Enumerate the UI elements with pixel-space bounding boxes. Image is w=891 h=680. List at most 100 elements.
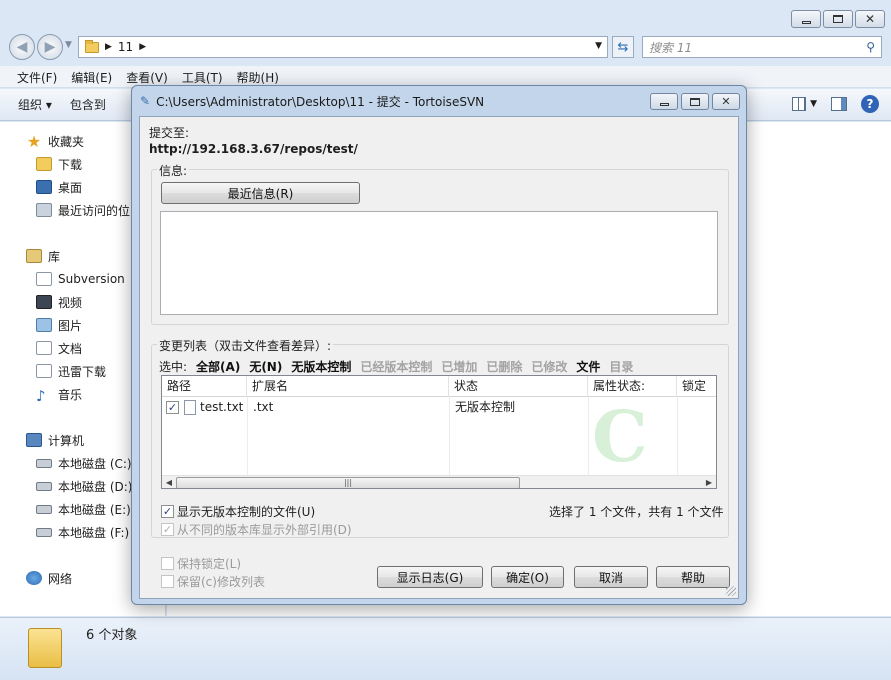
cancel-button[interactable]: 取消 — [574, 566, 648, 588]
view-dropdown-icon[interactable]: ▼ — [810, 99, 817, 109]
star-icon: ★ — [26, 131, 42, 151]
address-row: ◀ ▶ ▼ ▶ 11 ▶ ▼ ⇆ 搜索 11 ⚲ — [0, 34, 891, 60]
recent-places-icon — [36, 203, 52, 217]
documents-icon — [36, 341, 52, 355]
menu-tools[interactable]: 工具(T) — [175, 66, 230, 87]
nav-subversion[interactable]: Subversion — [36, 268, 125, 290]
nav-documents[interactable]: 文档 — [36, 337, 82, 359]
organize-button[interactable]: 组织 ▾ — [18, 96, 52, 113]
maximize-button[interactable] — [823, 10, 853, 28]
address-bar[interactable]: ▶ 11 ▶ ▼ — [78, 36, 608, 58]
nav-favorites[interactable]: ★ 收藏夹 — [26, 130, 84, 152]
nav-label: 图片 — [58, 318, 83, 333]
nav-label: Subversion — [58, 272, 125, 286]
show-externals-checkbox: ✓ — [161, 523, 174, 536]
nav-pictures[interactable]: 图片 — [36, 314, 82, 336]
filter-none[interactable]: 无(N) — [249, 358, 282, 375]
nav-label: 文档 — [58, 341, 83, 356]
nav-label: 视频 — [58, 295, 83, 310]
column-extension[interactable]: 扩展名 — [247, 376, 449, 397]
minimize-button[interactable] — [791, 10, 821, 28]
recent-messages-button[interactable]: 最近信息(R) — [161, 182, 360, 204]
ok-button[interactable]: 确定(O) — [491, 566, 564, 588]
minimize-icon — [801, 20, 811, 24]
table-row[interactable]: ✓ test.txt .txt 无版本控制 — [162, 398, 716, 417]
scroll-left-icon[interactable]: ◀ — [162, 476, 176, 488]
dialog-maximize-button[interactable] — [681, 93, 709, 110]
menu-view[interactable]: 查看(V) — [119, 66, 175, 87]
drive-icon — [36, 458, 52, 468]
column-property-status[interactable]: 属性状态: — [588, 376, 677, 397]
changes-list[interactable]: C 路径 扩展名 状态 属性状态: 锁定 ✓ test.txt .txt 无版本… — [161, 375, 717, 489]
address-dropdown-icon[interactable]: ▼ — [595, 41, 602, 51]
column-status[interactable]: 状态 — [449, 376, 588, 397]
forward-button[interactable]: ▶ — [37, 34, 63, 60]
nav-drive-f[interactable]: 本地磁盘 (F:) — [36, 521, 129, 543]
show-unversioned-checkbox[interactable]: ✓ — [161, 505, 174, 518]
include-in-library-button[interactable]: 包含到 — [70, 96, 106, 113]
column-lock[interactable]: 锁定 — [677, 376, 716, 397]
filter-directories: 目录 — [609, 360, 634, 374]
nav-drive-e[interactable]: 本地磁盘 (E:) — [36, 498, 131, 520]
minimize-icon — [659, 103, 669, 106]
file-checkbox[interactable]: ✓ — [166, 401, 179, 414]
nav-computer[interactable]: 计算机 — [26, 429, 84, 451]
search-icon[interactable]: ⚲ — [866, 40, 875, 54]
filter-versioned: 已经版本控制 — [360, 360, 433, 374]
nav-label: 本地磁盘 (E:) — [58, 502, 131, 517]
nav-drive-c[interactable]: 本地磁盘 (C:) — [36, 452, 132, 474]
cell-status: 无版本控制 — [455, 400, 516, 414]
menu-file[interactable]: 文件(F) — [10, 66, 64, 87]
text-file-icon — [184, 400, 196, 415]
dialog-minimize-button[interactable] — [650, 93, 678, 110]
scrollbar-thumb[interactable]: ||| — [176, 477, 520, 488]
nav-videos[interactable]: 视频 — [36, 291, 82, 313]
nav-libraries[interactable]: 库 — [26, 245, 60, 267]
show-unversioned-label: 显示无版本控制的文件(U) — [177, 505, 316, 519]
nav-recent[interactable]: 最近访问的位 — [36, 199, 130, 221]
commit-message-textarea[interactable] — [160, 211, 718, 315]
search-input[interactable]: 搜索 11 ⚲ — [642, 36, 882, 58]
nav-music[interactable]: ♪ 音乐 — [36, 383, 82, 405]
nav-label: 最近访问的位 — [58, 203, 131, 218]
filter-unversioned[interactable]: 无版本控制 — [291, 358, 351, 375]
show-externals-option: ✓ 从不同的版本库显示外部引用(D) — [161, 521, 352, 538]
address-path[interactable]: 11 — [118, 40, 133, 54]
list-header: 路径 扩展名 状态 属性状态: 锁定 — [162, 376, 716, 397]
resize-grip[interactable] — [726, 586, 736, 596]
breadcrumb-chevron-icon[interactable]: ▶ — [139, 42, 146, 52]
library-icon — [26, 249, 42, 263]
change-view-icon[interactable] — [792, 97, 807, 111]
dialog-close-button[interactable]: ✕ — [712, 93, 740, 110]
show-unversioned-option[interactable]: ✓ 显示无版本控制的文件(U) — [161, 503, 315, 520]
window-caption-buttons: ✕ — [791, 10, 885, 28]
column-path[interactable]: 路径 — [162, 376, 247, 397]
menu-edit[interactable]: 编辑(E) — [64, 66, 119, 87]
nav-downloads[interactable]: 下载 — [36, 153, 82, 175]
nav-desktop[interactable]: 桌面 — [36, 176, 82, 198]
nav-label: 桌面 — [58, 180, 83, 195]
history-dropdown-icon[interactable]: ▼ — [65, 40, 72, 50]
preview-pane-icon[interactable] — [831, 97, 847, 111]
help-button[interactable]: 帮助 — [656, 566, 730, 588]
search-placeholder: 搜索 11 — [649, 40, 693, 55]
horizontal-scrollbar[interactable]: ◀ ||| ▶ — [162, 475, 716, 488]
nav-drive-d[interactable]: 本地磁盘 (D:) — [36, 475, 132, 497]
back-button[interactable]: ◀ — [9, 34, 35, 60]
drive-icon — [36, 504, 52, 514]
tortoisesvn-icon: ✎ — [140, 94, 151, 108]
drive-icon — [36, 527, 52, 537]
menu-help[interactable]: 帮助(H) — [230, 66, 286, 87]
nav-thunder[interactable]: 迅雷下载 — [36, 360, 106, 382]
refresh-button[interactable]: ⇆ — [612, 36, 634, 58]
commit-url: http://192.168.3.67/repos/test/ — [149, 142, 358, 156]
close-button[interactable]: ✕ — [855, 10, 885, 28]
breadcrumb-chevron-icon[interactable]: ▶ — [105, 42, 112, 52]
show-log-button[interactable]: 显示日志(G) — [377, 566, 483, 588]
filter-all[interactable]: 全部(A) — [196, 358, 240, 375]
scroll-right-icon[interactable]: ▶ — [702, 476, 716, 488]
filter-files[interactable]: 文件 — [576, 358, 600, 375]
nav-label: 网络 — [48, 571, 73, 586]
help-icon[interactable]: ? — [861, 95, 879, 113]
nav-network[interactable]: 网络 — [26, 567, 72, 589]
